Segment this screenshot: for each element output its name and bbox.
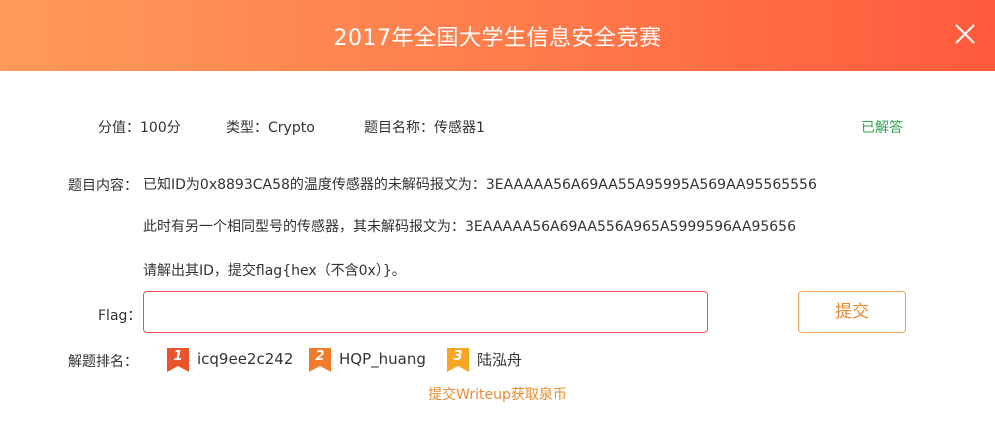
medal-icon: 2 (309, 348, 331, 372)
modal-title: 2017年全国大学生信息安全竞赛 (333, 26, 662, 51)
medal-icon: 1 (167, 348, 189, 372)
ranking-name: icq9ee2c242 (197, 350, 294, 368)
modal-header: 2017年全国大学生信息安全竞赛 (0, 0, 995, 71)
flag-input[interactable] (143, 291, 708, 333)
medal-rank: 2 (315, 349, 325, 364)
medal-icon: 3 (447, 348, 469, 372)
solved-status: 已解答 (861, 120, 903, 136)
content-line-3: 请解出其ID，提交flag{hex（不含0x）}。 (143, 263, 406, 279)
medal-rank: 3 (453, 349, 463, 364)
content-line-2: 此时有另一个相同型号的传感器，其未解码报文为：3EAAAAA56A69AA556… (143, 219, 796, 235)
content-line-1: 已知ID为0x8893CA58的温度传感器的未解码报文为：3EAAAAA56A6… (143, 177, 817, 193)
submit-writeup-link[interactable]: 提交Writeup获取泉币 (0, 384, 995, 404)
challenge-name-text: 题目名称：传感器1 (364, 120, 485, 136)
score-text: 分值：100分 (98, 120, 181, 136)
ranking-entry-2: 2 HQP_huang (309, 347, 426, 372)
flag-label: Flag： (98, 308, 142, 324)
ranking-name: HQP_huang (339, 350, 426, 368)
type-text: 类型：Crypto (226, 120, 315, 136)
close-icon[interactable] (951, 20, 979, 48)
content-label: 题目内容： (68, 178, 138, 194)
ranking-entry-1: 1 icq9ee2c242 (167, 347, 294, 372)
ranking-label: 解题排名： (68, 354, 138, 370)
submit-button[interactable]: 提交 (798, 291, 906, 333)
ranking-name: 陆泓舟 (477, 350, 523, 369)
medal-rank: 1 (173, 349, 183, 364)
ranking-entry-3: 3 陆泓舟 (447, 347, 523, 372)
modal-body: 分值：100分 类型：Crypto 题目名称：传感器1 已解答 题目内容： 已知… (0, 71, 995, 445)
